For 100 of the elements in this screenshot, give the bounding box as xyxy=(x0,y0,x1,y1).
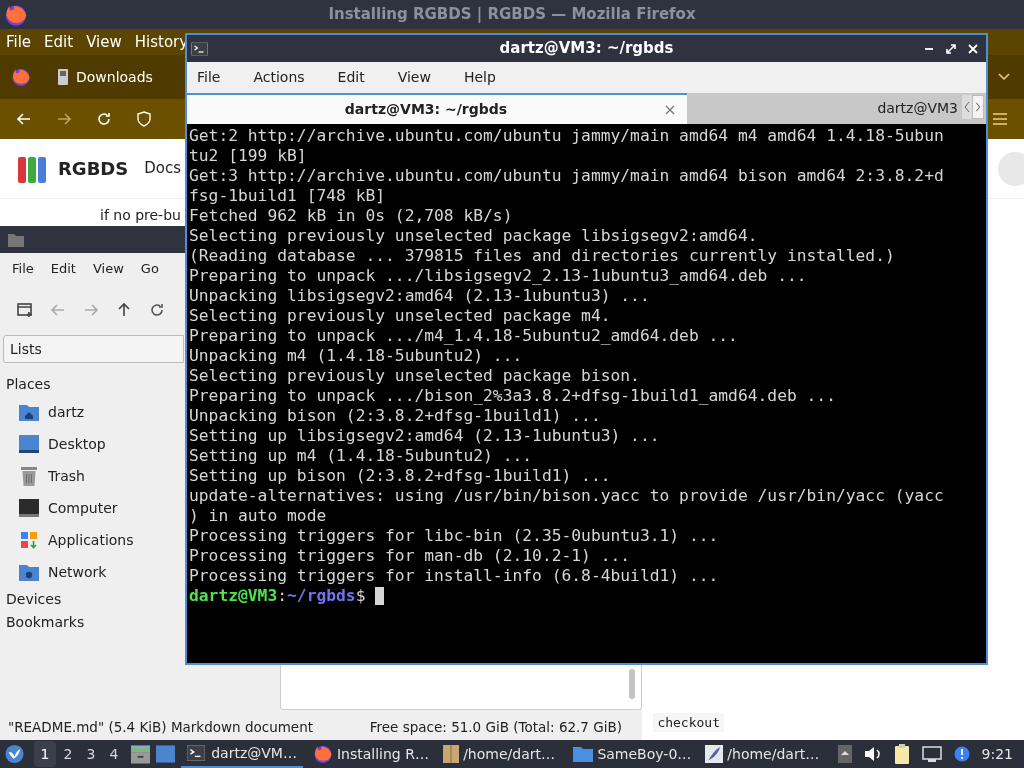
output-line: Selecting previously unselected package bison. xyxy=(189,366,640,386)
feather-icon xyxy=(705,745,724,763)
logo-icon xyxy=(18,154,46,183)
output-line: Get:3 http://archive.ubuntu.com/ubuntu jammy/main amd64 bison amd64 2:3.8.2+d xyxy=(189,166,944,186)
reload-icon[interactable] xyxy=(149,302,165,318)
window-title: Installing RGBDS | RGBDS — Mozilla Firefox xyxy=(328,4,696,26)
firefox-icon xyxy=(4,2,28,27)
menu-item[interactable]: Actions xyxy=(253,66,305,88)
section-header[interactable]: Bookmarks xyxy=(3,611,85,634)
task-button[interactable]: dartz@VM… xyxy=(181,740,303,768)
output-line: Processing triggers for install-info (6.8-4build1) ... xyxy=(189,566,719,586)
output-line: Setting up m4 (1.4.18-5ubuntu2) ... xyxy=(189,446,533,466)
output-line: update-alternatives: using /usr/bin/bison.yacc to provide /usr/bin/yacc (yacc xyxy=(189,486,944,506)
code-text: checkout xyxy=(653,712,724,732)
menu-item[interactable]: Go xyxy=(140,259,159,279)
package-icon xyxy=(443,745,460,763)
menu-item[interactable]: Edit xyxy=(50,259,76,279)
menu-item[interactable]: View xyxy=(397,66,431,88)
back-icon[interactable] xyxy=(16,111,32,127)
section-header[interactable]: Devices xyxy=(3,588,62,611)
shield-icon xyxy=(136,111,152,127)
terminal-tab[interactable]: dartz@VM3: ~/rgbds xyxy=(187,93,687,124)
file-cabinet-icon[interactable] xyxy=(131,744,151,764)
sidebar-item[interactable]: dartz xyxy=(3,396,85,428)
window-title: dartz@VM3: ~/rgbds xyxy=(499,38,674,60)
output-line: Unpacking libsigsegv2:amd64 (2.13-1ubuntu3) ... xyxy=(189,286,650,306)
up-icon[interactable] xyxy=(116,302,132,318)
workspace-button[interactable]: 1 xyxy=(34,741,57,767)
menu-item[interactable]: File xyxy=(6,30,32,54)
scroll-left-icon[interactable] xyxy=(962,95,972,119)
terminal-tab[interactable]: dartz@VM3 xyxy=(687,93,986,124)
sidebar-item[interactable]: Applications xyxy=(3,524,134,556)
workspace-button[interactable]: 3 xyxy=(80,741,103,767)
forward-icon[interactable] xyxy=(56,111,72,127)
workspace-button[interactable]: 4 xyxy=(103,741,126,767)
bookmark-item[interactable]: Downloads xyxy=(42,66,153,88)
output-line: Preparing to unpack .../bison_2%3a3.8.2+dfsg-1build1_amd64.deb ... xyxy=(189,386,836,406)
volume-icon[interactable] xyxy=(863,746,882,762)
sidebar-item[interactable]: Computer xyxy=(3,492,118,524)
monitor-icon xyxy=(19,499,39,517)
firefox-icon xyxy=(11,67,31,87)
output-line: tu2 [199 kB] xyxy=(189,146,307,166)
clipboard-icon[interactable] xyxy=(893,744,910,764)
task-button[interactable]: /home/dart… xyxy=(439,740,564,768)
menu-item[interactable]: History xyxy=(134,30,189,54)
scrollbar[interactable] xyxy=(629,669,635,699)
sidebar-item[interactable]: Desktop xyxy=(3,428,106,460)
output-line: Preparing to unpack .../m4_1.4.18-5ubuntu2_amd64.deb ... xyxy=(189,326,738,346)
reload-icon[interactable] xyxy=(96,111,112,127)
prompt-user: dartz@VM3 xyxy=(189,586,278,606)
new-tab-icon[interactable] xyxy=(17,302,33,318)
notification-icon[interactable] xyxy=(953,746,970,762)
sidebar-item[interactable]: Network xyxy=(3,556,107,588)
menu-item[interactable]: View xyxy=(86,30,122,54)
firefox-icon xyxy=(312,744,333,764)
menu-item[interactable]: File xyxy=(197,66,221,88)
output-line: (Reading database ... 379815 files and directories currently installed.) xyxy=(189,246,895,266)
prompt-separator: : xyxy=(277,586,288,606)
output-line: Processing triggers for libc-bin (2.35-0ubuntu3.1) ... xyxy=(189,526,719,546)
menu-item[interactable]: Help xyxy=(463,66,496,88)
menu-item[interactable]: File xyxy=(12,259,34,279)
output-line: Selecting previously unselected package m4. xyxy=(189,306,611,326)
applications-icon xyxy=(19,530,39,550)
scroll-right-icon[interactable] xyxy=(972,95,984,119)
terminal-icon xyxy=(187,745,206,761)
free-space-text: Free space: 51.0 GiB (Total: 62.7 GiB) xyxy=(369,717,623,737)
folder-icon xyxy=(573,746,594,762)
output-line: Unpacking m4 (1.4.18-5ubuntu2) ... xyxy=(189,346,523,366)
status-text: "README.md" (5.4 KiB) Markdown document xyxy=(8,717,313,737)
output-line: Setting up bison (2:3.8.2+dfsg-1build1) ... xyxy=(189,466,611,486)
trash-icon xyxy=(20,466,38,486)
device-icon xyxy=(58,69,68,85)
site-name[interactable]: RGBDS xyxy=(58,155,129,182)
task-button[interactable]: /home/dart… xyxy=(701,740,826,768)
maximize-icon[interactable] xyxy=(946,43,956,54)
eject-icon[interactable] xyxy=(837,745,852,763)
menu-item[interactable]: Edit xyxy=(44,30,74,54)
folder-icon xyxy=(8,232,24,247)
workspace-button[interactable]: 2 xyxy=(57,741,80,767)
chevron-down-icon[interactable] xyxy=(998,73,1010,81)
location-field[interactable]: Lists xyxy=(3,335,184,363)
section-header[interactable]: Places xyxy=(3,373,51,396)
menu-item[interactable]: View xyxy=(92,259,124,279)
prompt-path: ~/rgbds xyxy=(287,586,356,606)
output-line: Selecting previously unselected package libsigsegv2:amd64. xyxy=(189,226,758,246)
output-line: Unpacking bison (2:3.8.2+dfsg-1build1) ... xyxy=(189,406,601,426)
task-button[interactable]: Installing R… xyxy=(308,740,434,768)
terminal-icon xyxy=(191,41,208,56)
network-folder-icon xyxy=(19,563,39,581)
nav-link[interactable]: Docs xyxy=(144,157,182,180)
output-line: Get:2 http://archive.ubuntu.com/ubuntu jammy/main amd64 m4 amd64 1.4.18-5ubun xyxy=(189,126,944,146)
desktop-icon xyxy=(19,435,39,453)
clock[interactable]: 9:21 xyxy=(981,743,1013,765)
network-icon[interactable] xyxy=(921,746,942,762)
menu-item[interactable]: Edit xyxy=(337,66,365,88)
menu-icon[interactable] xyxy=(992,112,1008,126)
desktop-icon[interactable] xyxy=(156,745,176,763)
task-button[interactable]: SameBoy-0… xyxy=(569,740,696,768)
output-line: ) in auto mode xyxy=(189,506,327,526)
sidebar-item[interactable]: Trash xyxy=(3,460,85,492)
